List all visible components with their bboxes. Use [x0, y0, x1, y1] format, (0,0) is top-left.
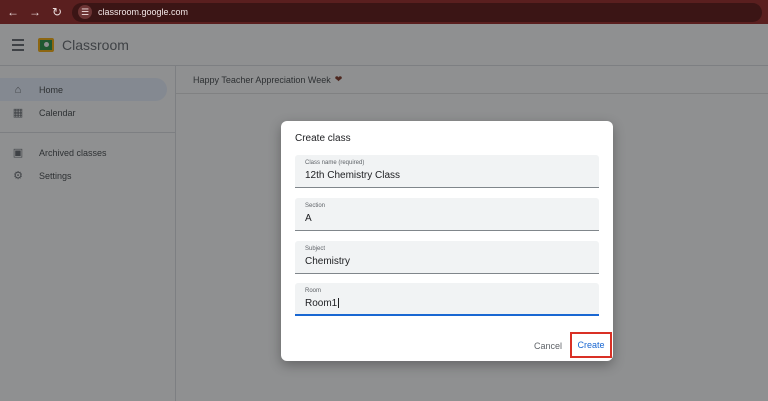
room-field[interactable]: Room Room1	[295, 283, 599, 316]
field-label: Section	[305, 203, 326, 209]
field-label: Room	[305, 288, 322, 294]
class-name-field[interactable]: Class name (required) 12th Chemistry Cla…	[295, 155, 599, 188]
field-value: A	[305, 213, 312, 224]
dialog-title: Create class	[295, 133, 351, 144]
create-button[interactable]: Create	[577, 340, 604, 350]
text-caret	[338, 298, 340, 309]
cancel-button[interactable]: Cancel	[534, 341, 562, 351]
browser-toolbar: ← → ↻ ☰ classroom.google.com	[0, 0, 768, 24]
field-value: Chemistry	[305, 256, 351, 267]
create-class-dialog: Create class Class name (required) 12th …	[281, 121, 613, 361]
section-field[interactable]: Section A	[295, 198, 599, 231]
field-value: 12th Chemistry Class	[305, 170, 401, 181]
forward-icon[interactable]: →	[26, 3, 44, 21]
url-text: classroom.google.com	[98, 7, 189, 17]
create-button-highlight: Create	[570, 332, 612, 358]
field-value-wrap: Room1	[305, 298, 340, 309]
subject-field[interactable]: Subject Chemistry	[295, 241, 599, 274]
reload-icon[interactable]: ↻	[48, 3, 66, 21]
field-value: Room1	[305, 298, 338, 309]
site-info-icon[interactable]: ☰	[78, 5, 92, 19]
address-bar[interactable]: ☰ classroom.google.com	[72, 2, 762, 22]
field-label: Class name (required)	[305, 160, 365, 166]
back-icon[interactable]: ←	[4, 3, 22, 21]
field-label: Subject	[305, 246, 326, 252]
